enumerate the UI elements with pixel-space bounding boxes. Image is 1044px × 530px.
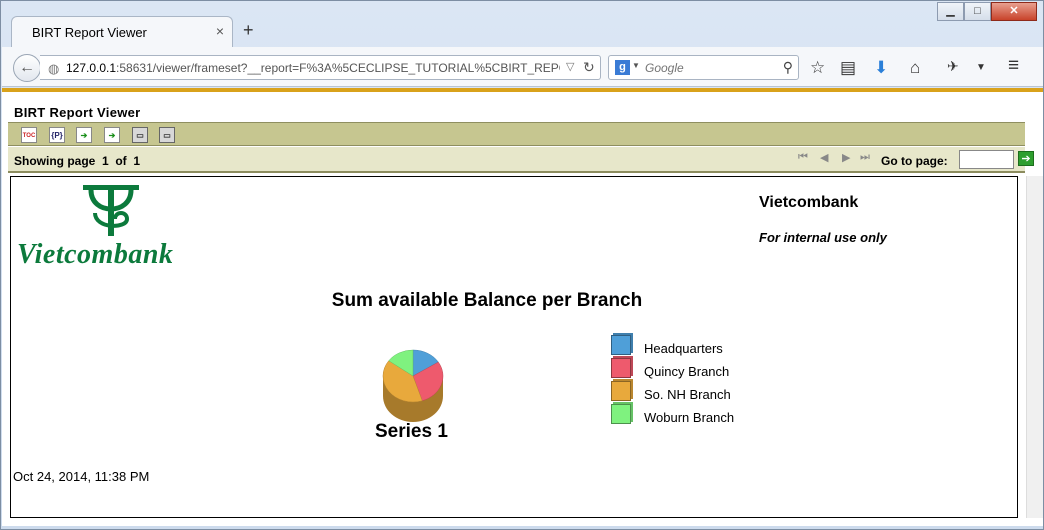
last-page-icon[interactable]: ⏭ — [860, 151, 870, 164]
legend-swatch — [611, 358, 631, 378]
legend-swatch — [611, 381, 631, 401]
legend-label: Headquarters — [644, 341, 723, 356]
tab-close-icon[interactable]: × — [216, 23, 224, 39]
maximize-button[interactable]: □ — [964, 2, 991, 21]
browser-window: BIRT Report Viewer × + ▁ □ ✕ ← ◍ 127.0.0… — [0, 0, 1044, 530]
goto-page-button[interactable]: ➔ — [1018, 151, 1034, 166]
window-controls: ▁ □ ✕ — [937, 2, 1037, 21]
bookmark-star-icon[interactable]: ☆ — [810, 58, 825, 78]
parameters-icon[interactable]: {P} — [49, 127, 65, 143]
url-dropdown-icon[interactable]: ▽ — [566, 60, 574, 73]
address-bar[interactable]: ◍ 127.0.0.1:58631/viewer/frameset?__repo… — [40, 55, 601, 80]
report-date: Oct 24, 2014, 11:38 PM — [13, 469, 150, 484]
export-data-icon[interactable]: ➔ — [76, 127, 92, 143]
back-arrow-icon[interactable]: ← — [13, 54, 41, 82]
page-navigation-bar: Showing page 1 of 1 ⏮ ◀ ▶ ⏭ Go to page: … — [8, 147, 1034, 173]
gold-divider — [2, 88, 1043, 92]
goto-page-input[interactable] — [959, 150, 1014, 169]
legend-label: Quincy Branch — [644, 364, 730, 379]
close-window-button[interactable]: ✕ — [991, 2, 1037, 21]
pie-chart — [382, 349, 444, 422]
internal-use-note: For internal use only — [759, 230, 887, 245]
url-text[interactable]: 127.0.0.1:58631/viewer/frameset?__report… — [66, 61, 560, 75]
logo-text: Vietcombank — [17, 239, 174, 270]
search-input[interactable] — [645, 61, 775, 75]
first-page-icon[interactable]: ⏮ — [798, 151, 808, 164]
title-bar: BIRT Report Viewer × + ▁ □ ✕ — [1, 1, 1043, 48]
vertical-scrollbar[interactable] — [1026, 176, 1043, 518]
reading-list-icon[interactable]: ▤ — [840, 58, 856, 78]
page-status: Showing page 1 of 1 — [14, 154, 141, 168]
series-label: Series 1 — [375, 421, 448, 442]
browser-tab[interactable]: BIRT Report Viewer × — [11, 16, 233, 48]
page-content: BIRT Report Viewer TOC {P} ➔ ➔ ▭ ▭ Showi… — [2, 88, 1043, 526]
previous-page-icon[interactable]: ◀ — [820, 151, 828, 164]
next-page-icon[interactable]: ▶ — [842, 151, 850, 164]
legend-label: So. NH Branch — [644, 387, 731, 402]
search-engine-dropdown-icon[interactable]: ▼ — [632, 61, 640, 70]
globe-icon: ◍ — [48, 61, 60, 76]
addon-dropdown-icon[interactable]: ▼ — [976, 62, 986, 73]
minimize-button[interactable]: ▁ — [937, 2, 964, 21]
reload-icon[interactable]: ↻ — [583, 59, 595, 76]
download-icon[interactable]: ⬇ — [874, 58, 888, 78]
search-box[interactable]: g ▼ ⚲ — [608, 55, 799, 80]
menu-icon[interactable]: ≡ — [1008, 55, 1019, 77]
navigation-bar: ← ◍ 127.0.0.1:58631/viewer/frameset?__re… — [2, 47, 1043, 87]
search-icon[interactable]: ⚲ — [783, 59, 793, 76]
viewer-title: BIRT Report Viewer — [14, 105, 141, 120]
google-icon[interactable]: g — [615, 60, 630, 75]
print-server-icon[interactable]: ▭ — [159, 127, 175, 143]
bank-name: Vietcombank — [759, 194, 859, 211]
goto-page-label: Go to page: — [881, 154, 948, 168]
report-page: Vietcombank Vietcombank For internal use… — [10, 176, 1018, 518]
home-icon[interactable]: ⌂ — [910, 58, 920, 78]
legend-label: Woburn Branch — [644, 410, 735, 425]
legend-swatch — [611, 404, 631, 424]
print-icon[interactable]: ▭ — [132, 127, 148, 143]
toc-icon[interactable]: TOC — [21, 127, 37, 143]
legend-swatch — [611, 335, 631, 355]
export-report-icon[interactable]: ➔ — [104, 127, 120, 143]
vietcombank-logo-icon — [83, 185, 139, 236]
viewer-toolbar: TOC {P} ➔ ➔ ▭ ▭ — [8, 122, 1025, 146]
new-tab-icon[interactable]: + — [243, 20, 254, 41]
tab-title: BIRT Report Viewer — [32, 25, 147, 40]
addon-icon[interactable]: ✈ — [947, 58, 959, 75]
chart-title: Sum available Balance per Branch — [331, 290, 643, 311]
